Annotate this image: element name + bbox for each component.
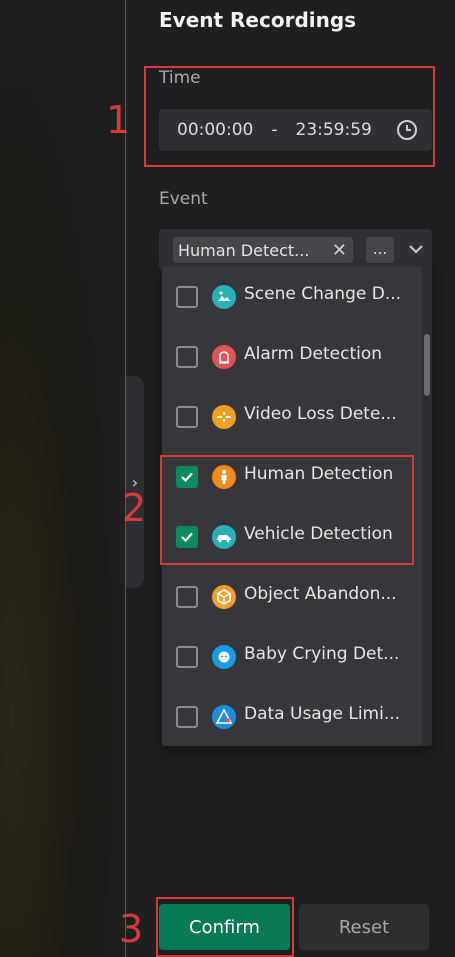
checkbox[interactable]: [176, 346, 198, 368]
checkbox[interactable]: [176, 586, 198, 608]
option-label: Object Abandon...: [244, 584, 397, 604]
alarm-icon: [212, 345, 236, 369]
data-usage-icon: [212, 705, 236, 729]
object-abandon-icon: [212, 585, 236, 609]
event-option-alarm[interactable]: Alarm Detection: [162, 326, 422, 386]
checkbox[interactable]: [176, 286, 198, 308]
selected-event-tag: Human Detect... ✕: [173, 237, 353, 263]
option-label: Video Loss Dete...: [244, 404, 397, 424]
checkbox[interactable]: [176, 646, 198, 668]
chevron-down-icon[interactable]: [408, 241, 424, 257]
reset-button[interactable]: Reset: [299, 904, 429, 950]
close-icon[interactable]: ✕: [332, 240, 347, 261]
scrollbar-thumb[interactable]: [424, 334, 430, 396]
video-loss-icon: [212, 405, 236, 429]
panel-title: Event Recordings: [159, 8, 357, 32]
annotation-number-2: 2: [122, 486, 147, 530]
event-option-scene-change[interactable]: Scene Change D...: [162, 266, 422, 326]
scene-change-icon: [212, 285, 236, 309]
option-label: Data Usage Limi...: [244, 704, 401, 724]
checkbox[interactable]: [176, 406, 198, 428]
event-option-baby-crying[interactable]: Baby Crying Det...: [162, 626, 422, 686]
collapse-panel-handle[interactable]: ›: [126, 376, 144, 588]
confirm-button[interactable]: Confirm: [159, 904, 290, 950]
event-select[interactable]: Human Detect... ✕ ...: [159, 229, 432, 271]
option-label: Alarm Detection: [244, 344, 383, 364]
option-label: Scene Change D...: [244, 284, 402, 304]
event-option-data-usage[interactable]: Data Usage Limi...: [162, 686, 422, 746]
event-option-video-loss[interactable]: Video Loss Dete...: [162, 386, 422, 446]
annotation-box-events: [160, 455, 414, 565]
selected-event-tag-text: Human Detect...: [178, 240, 310, 260]
annotation-number-1: 1: [106, 98, 131, 142]
video-preview-area: [0, 0, 125, 957]
checkbox[interactable]: [176, 706, 198, 728]
more-tags-badge: ...: [366, 237, 394, 263]
option-label: Baby Crying Det...: [244, 644, 400, 664]
event-option-object-abandon[interactable]: Object Abandon...: [162, 566, 422, 626]
annotation-number-3: 3: [119, 907, 144, 951]
event-label: Event: [159, 189, 208, 209]
dropdown-scrollbar[interactable]: [422, 266, 432, 746]
baby-crying-icon: [212, 645, 236, 669]
annotation-box-time: [144, 66, 435, 167]
